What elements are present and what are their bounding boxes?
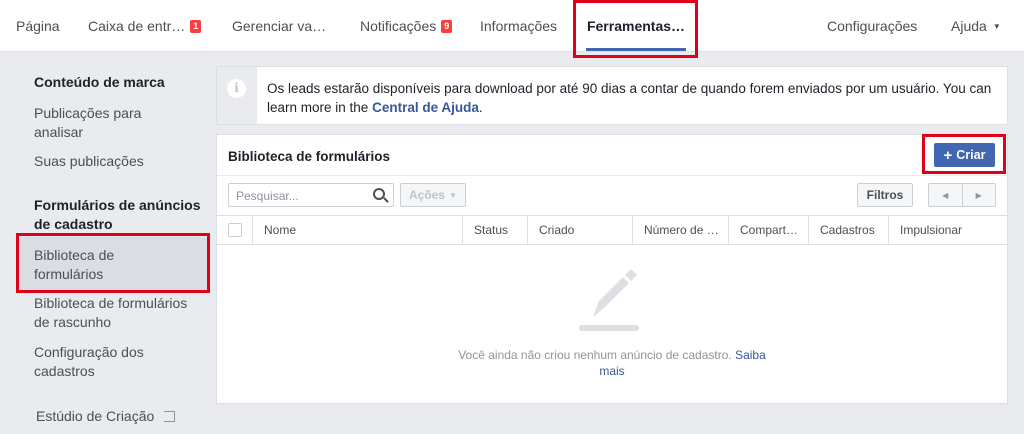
divider xyxy=(217,175,1007,176)
pagination: ◀ ▶ xyxy=(928,183,996,207)
actions-dropdown[interactable]: Ações ▼ xyxy=(400,183,466,207)
tab-help[interactable]: Ajuda ▼ xyxy=(951,0,1001,52)
filters-label: Filtros xyxy=(866,188,904,202)
tab-label: Gerenciar va… xyxy=(232,18,327,34)
sidebar-section-title: Conteúdo de marca xyxy=(34,74,165,90)
tab-label: Ajuda xyxy=(951,18,987,34)
tab-insights[interactable]: Informações xyxy=(480,0,557,52)
sidebar-item-label: Estúdio de Criação xyxy=(36,408,155,424)
help-center-link[interactable]: Central de Ajuda xyxy=(372,100,479,115)
info-banner: i Os leads estarão disponíveis para down… xyxy=(216,66,1008,125)
column-shared[interactable]: Compart… xyxy=(728,216,808,244)
tab-settings[interactable]: Configurações xyxy=(827,0,917,52)
sidebar-item-form-library[interactable]: Biblioteca de formulários xyxy=(34,246,164,284)
tab-label: Página xyxy=(16,18,60,34)
sidebar-item-creative-studio[interactable]: Estúdio de Criação xyxy=(36,407,216,426)
table-header: Nome Status Criado Número de … Compart… … xyxy=(217,215,1007,245)
notification-badge: 1 xyxy=(190,19,202,33)
tab-manage[interactable]: Gerenciar va… xyxy=(232,0,326,52)
tab-label: Notificações xyxy=(360,18,437,34)
caret-down-icon: ▼ xyxy=(992,21,1001,31)
next-page-icon[interactable]: ▶ xyxy=(963,184,996,206)
search-input[interactable]: Pesquisar... xyxy=(228,183,394,207)
column-number[interactable]: Número de … xyxy=(632,216,728,244)
info-period: . xyxy=(478,100,483,115)
column-boost[interactable]: Impulsionar xyxy=(888,216,1007,244)
card-title: Biblioteca de formulários xyxy=(228,149,391,164)
create-button[interactable]: + Criar xyxy=(934,143,995,167)
sidebar-item-draft-library[interactable]: Biblioteca de formulários de rascunho xyxy=(34,294,204,332)
search-placeholder: Pesquisar... xyxy=(236,189,299,203)
tab-inbox[interactable]: Caixa de entr… 1 xyxy=(88,0,202,52)
info-banner-side: i xyxy=(217,67,257,124)
column-created[interactable]: Criado xyxy=(527,216,632,244)
column-status[interactable]: Status xyxy=(462,216,527,244)
column-name[interactable]: Nome xyxy=(252,216,462,244)
info-text: Os leads estarão disponíveis para downlo… xyxy=(267,79,1002,117)
empty-message: Você ainda não criou nenhum anúncio de c… xyxy=(458,348,732,362)
search-icon xyxy=(373,188,385,200)
caret-down-icon: ▼ xyxy=(449,190,457,200)
filters-button[interactable]: Filtros xyxy=(857,183,913,207)
top-navigation: Página Caixa de entr… 1 Gerenciar va… No… xyxy=(0,0,1024,58)
tab-pagina[interactable]: Página xyxy=(16,0,60,52)
empty-state-text: Você ainda não criou nenhum anúncio de c… xyxy=(447,347,777,379)
info-icon: i xyxy=(227,79,246,98)
tab-label: Informações xyxy=(480,18,558,34)
sidebar: Conteúdo de marca Publicações para anali… xyxy=(0,53,216,434)
sidebar-item-publications-review[interactable]: Publicações para analisar xyxy=(34,104,184,142)
sidebar-item-your-publications[interactable]: Suas publicações xyxy=(34,152,204,171)
sidebar-section-title: Formulários de anúncios de cadastro xyxy=(34,197,201,232)
external-link-icon xyxy=(164,411,176,422)
tab-label: Ferramentas… xyxy=(586,18,686,34)
actions-label: Ações xyxy=(409,188,446,202)
column-leads[interactable]: Cadastros xyxy=(808,216,888,244)
plus-icon: + xyxy=(943,146,953,164)
active-tab-indicator xyxy=(586,48,686,51)
tab-tools[interactable]: Ferramentas… xyxy=(578,0,694,52)
create-label: Criar xyxy=(956,148,986,162)
select-all-checkbox[interactable] xyxy=(228,223,242,237)
notification-badge: 9 xyxy=(441,19,453,33)
tab-notifications[interactable]: Notificações 9 xyxy=(360,0,453,52)
sidebar-item-lead-settings[interactable]: Configuração dos cadastros xyxy=(34,343,184,381)
tab-label: Configurações xyxy=(827,18,918,34)
empty-pencil-icon xyxy=(579,269,639,331)
prev-page-icon[interactable]: ◀ xyxy=(929,184,963,206)
form-library-card: Biblioteca de formulários + Criar Pesqui… xyxy=(216,134,1008,404)
tab-label: Caixa de entr… xyxy=(88,18,186,34)
